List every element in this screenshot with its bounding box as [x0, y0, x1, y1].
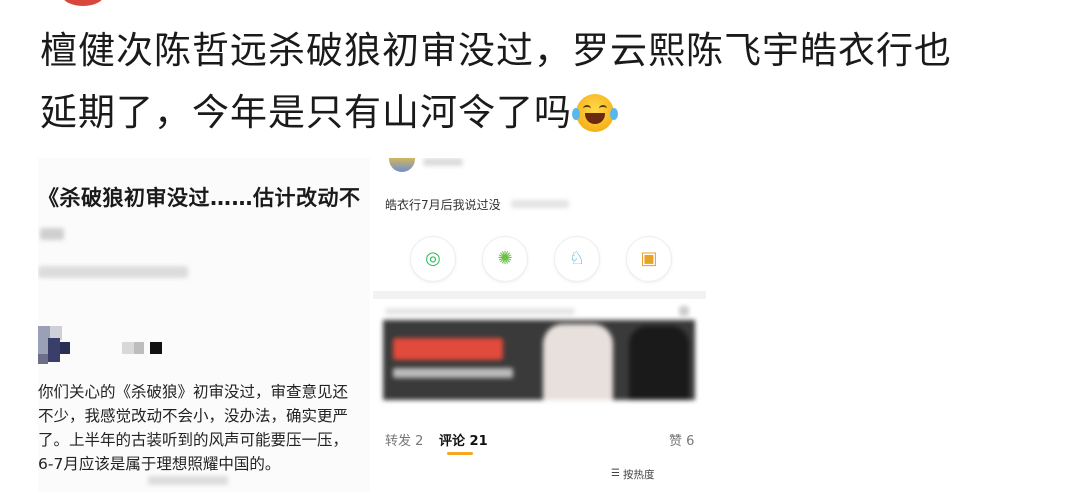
article-title: 《杀破狼初审没过……估计改动不: [38, 186, 361, 210]
sort-toggle[interactable]: ☰ 按热度: [611, 467, 655, 482]
screenshot-right[interactable]: 皓衣行7月后我说过没 ◎ ✺ ♘ ▣ 转发 2 评论 21 赞 6 ☰ 按热度: [373, 158, 706, 492]
blurred-watermark: [148, 476, 228, 485]
wechat-icon: ◎: [425, 248, 441, 269]
username-pixel: [150, 342, 162, 354]
ad-headline: [393, 338, 503, 360]
interaction-tabs: 转发 2 评论 21 赞 6: [373, 426, 706, 456]
share-moments-button[interactable]: ✺: [482, 236, 528, 282]
ad-close-icon[interactable]: [679, 306, 689, 316]
blurred-ad-caption: [385, 308, 575, 315]
post-line-2: 延期了，今年是只有山河令了吗: [40, 82, 1050, 144]
active-tab-indicator: [447, 452, 473, 455]
ad-subline: [393, 368, 513, 378]
ad-banner[interactable]: [383, 320, 695, 400]
commenter-avatar: [389, 158, 415, 172]
username-pixel: [134, 342, 144, 354]
section-divider: [373, 291, 706, 299]
comment-row: 皓衣行7月后我说过没: [385, 196, 501, 213]
ad-figure: [629, 326, 689, 400]
screenshot-left[interactable]: 《杀破狼初审没过……估计改动不 你们关心的《杀破狼》初审没过，审查意见还 不少，…: [38, 158, 370, 492]
ad-figure: [543, 324, 613, 400]
body-line: 你们关心的《杀破狼》初审没过，审查意见还: [38, 383, 349, 401]
blurred-icon: [40, 228, 64, 240]
post-line-1: 檀健次陈哲远杀破狼初审没过，罗云熙陈飞宇皓衣行也: [40, 29, 952, 72]
avatar-pixel: [48, 338, 60, 362]
share-wechat-button[interactable]: ◎: [410, 236, 456, 282]
tab-likes[interactable]: 赞 6: [669, 430, 694, 449]
tab-repost[interactable]: 转发 2: [385, 430, 423, 449]
moments-icon: ✺: [497, 248, 513, 269]
article-body: 你们关心的《杀破狼》初审没过，审查意见还 不少，我感觉改动不会小，没办法，确实更…: [38, 380, 370, 476]
body-line: 不少，我感觉改动不会小，没办法，确实更严: [38, 407, 349, 425]
save-image-icon: ▣: [640, 248, 658, 269]
qq-icon: ♘: [568, 248, 586, 269]
share-row: ◎ ✺ ♘ ▣: [373, 236, 706, 282]
laugh-cry-emoji-icon: [572, 94, 618, 132]
sort-label: 按热度: [623, 469, 655, 481]
avatar-edge: [62, 0, 104, 6]
avatar-pixel: [38, 354, 48, 364]
body-line: 了。上半年的古装听到的风声可能要压一压，: [38, 431, 349, 449]
blurred-comment-tail: [511, 200, 569, 208]
share-qq-button[interactable]: ♘: [554, 236, 600, 282]
username-pixel: [122, 342, 134, 354]
avatar-pixel: [60, 342, 70, 354]
blurred-meta: [38, 266, 188, 278]
comment-text: 皓衣行7月后我说过没: [385, 198, 501, 212]
body-line: 6-7月应该是属于理想照耀中国的。: [38, 455, 281, 473]
tab-comments[interactable]: 评论 21: [439, 430, 488, 449]
sort-icon: ☰: [611, 468, 620, 479]
blurred-username: [423, 158, 463, 166]
post-line-2-text: 延期了，今年是只有山河令了吗: [40, 91, 572, 134]
post-body: 檀健次陈哲远杀破狼初审没过，罗云熙陈飞宇皓衣行也 延期了，今年是只有山河令了吗: [40, 20, 1050, 144]
save-image-button[interactable]: ▣: [626, 236, 672, 282]
